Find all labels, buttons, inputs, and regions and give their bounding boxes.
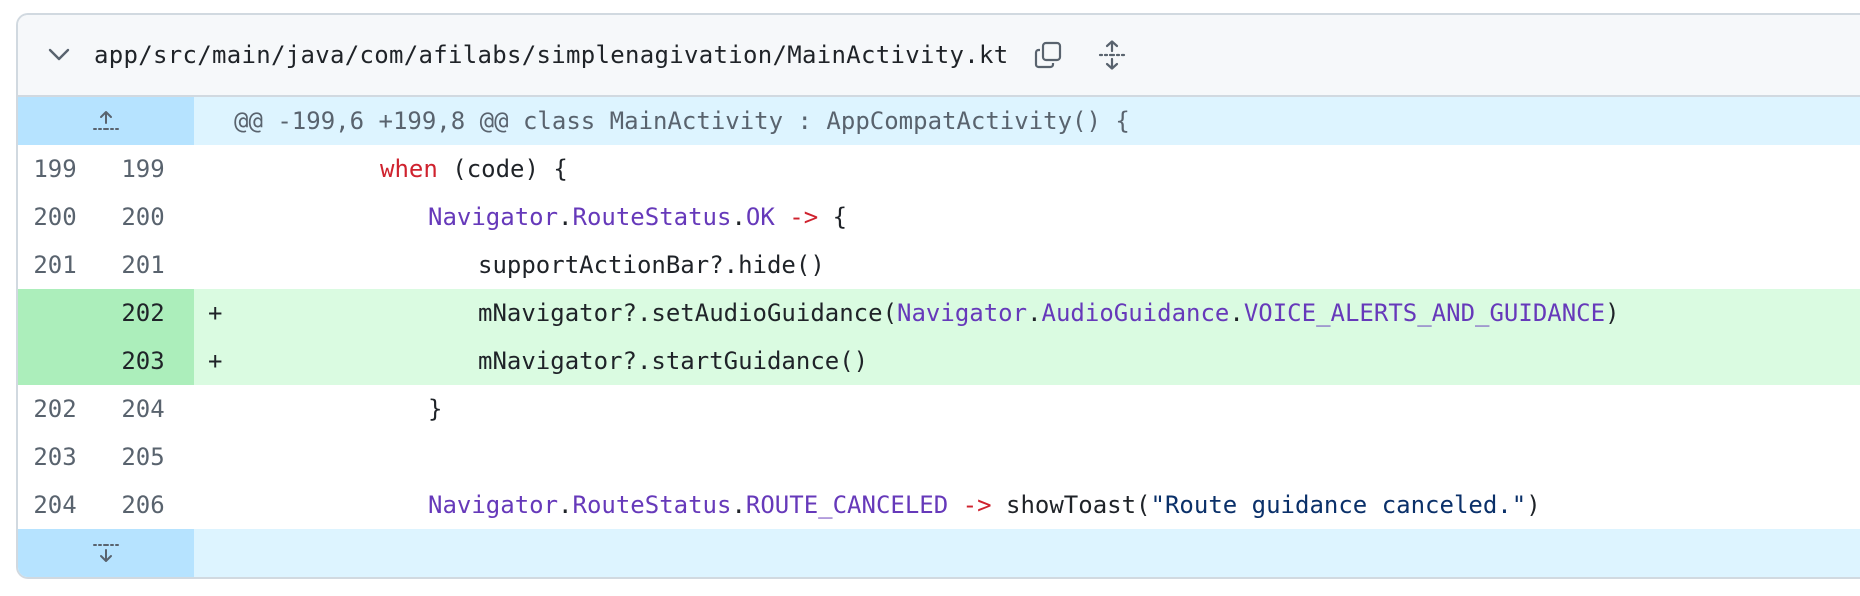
code-token: RouteStatus <box>572 491 732 519</box>
new-line-number[interactable]: 199 <box>92 145 194 193</box>
old-line-number[interactable] <box>18 289 92 337</box>
code-token: RouteStatus <box>572 203 732 231</box>
diff-line-context: 199 199 when (code) { <box>18 145 1860 193</box>
code-token: ) <box>1526 491 1541 519</box>
code-token: ) <box>1605 299 1620 327</box>
line-number-gutter: 199 199 <box>18 145 194 193</box>
expand-up-icon <box>93 111 119 130</box>
code-token: mNavigator?.setAudioGuidance( <box>478 299 898 327</box>
code-token: . <box>1027 299 1042 327</box>
code-token: Navigator <box>428 203 559 231</box>
expand-up-button[interactable] <box>18 97 194 145</box>
line-number-gutter: 202 <box>18 289 194 337</box>
code-token: . <box>558 203 573 231</box>
code-token: Navigator <box>428 491 559 519</box>
line-number-gutter: 204 206 <box>18 481 194 529</box>
code-text: } <box>428 385 442 433</box>
code-token: . <box>558 491 573 519</box>
new-line-number[interactable]: 204 <box>92 385 194 433</box>
code-token: OK <box>745 203 775 231</box>
code-cell: + mNavigator?.setAudioGuidance(Navigator.… <box>194 289 1860 337</box>
diff-marker: + <box>208 299 223 327</box>
old-line-number[interactable]: 202 <box>18 385 92 433</box>
code-token: . <box>731 203 746 231</box>
line-number-gutter: 200 200 <box>18 193 194 241</box>
diff-line-added: 202 + mNavigator?.setAudioGuidance(Navigat… <box>18 289 1860 337</box>
code-token: "Route guidance canceled." <box>1150 491 1527 519</box>
old-line-number[interactable]: 203 <box>18 433 92 481</box>
line-number-gutter: 201 201 <box>18 241 194 289</box>
code-text: Navigator.RouteStatus.OK -> { <box>428 193 847 241</box>
code-token: mNavigator?.startGuidance() <box>478 347 869 375</box>
code-token: { <box>818 203 848 231</box>
file-path[interactable]: app/src/main/java/com/afilabs/simplenagi… <box>94 41 1008 69</box>
code-token: (code) { <box>437 155 568 183</box>
diff-line-context: 204 206 Navigator.RouteStatus.ROUTE_CANCEL… <box>18 481 1860 529</box>
diff-line-context: 201 201 supportActionBar?.hide() <box>18 241 1860 289</box>
code-cell: } <box>194 385 1860 433</box>
expand-down-button[interactable] <box>18 529 194 577</box>
code-token: -> <box>962 491 992 519</box>
old-line-number[interactable]: 204 <box>18 481 92 529</box>
new-line-number[interactable]: 206 <box>92 481 194 529</box>
old-line-number[interactable]: 201 <box>18 241 92 289</box>
code-token: . <box>731 491 746 519</box>
code-token: } <box>428 395 443 423</box>
diff-marker: + <box>208 347 223 375</box>
code-token: Navigator <box>897 299 1028 327</box>
code-text: mNavigator?.startGuidance() <box>478 337 868 385</box>
code-cell: when (code) { <box>194 145 1860 193</box>
code-text: supportActionBar?.hide() <box>478 241 825 289</box>
code-cell: Navigator.RouteStatus.OK -> { <box>194 193 1860 241</box>
code-cell: Navigator.RouteStatus.ROUTE_CANCELED -> … <box>194 481 1860 529</box>
code-token: AudioGuidance <box>1041 299 1230 327</box>
code-text: Navigator.RouteStatus.ROUTE_CANCELED -> … <box>428 481 1541 529</box>
code-cell <box>194 433 1860 481</box>
hunk-header-row: @@ -199,6 +199,8 @@ class MainActivity :… <box>18 97 1860 145</box>
old-line-number[interactable]: 200 <box>18 193 92 241</box>
new-line-number[interactable]: 205 <box>92 433 194 481</box>
expand-down-icon <box>93 544 119 562</box>
code-token: showToast( <box>991 491 1151 519</box>
code-text: mNavigator?.setAudioGuidance(Navigator.A… <box>478 289 1620 337</box>
new-line-number[interactable]: 203 <box>92 337 194 385</box>
code-token: -> <box>789 203 819 231</box>
diff-line-context: 203 205 <box>18 433 1860 481</box>
diff-table: @@ -199,6 +199,8 @@ class MainActivity :… <box>18 97 1860 577</box>
chevron-down-icon[interactable] <box>46 42 72 68</box>
code-cell: supportActionBar?.hide() <box>194 241 1860 289</box>
code-token: VOICE_ALERTS_AND_GUIDANCE <box>1243 299 1606 327</box>
old-line-number[interactable] <box>18 337 92 385</box>
code-token: . <box>1229 299 1244 327</box>
new-line-number[interactable]: 202 <box>92 289 194 337</box>
line-number-gutter: 203 205 <box>18 433 194 481</box>
line-number-gutter: 203 <box>18 337 194 385</box>
hunk-footer-row <box>18 529 1860 577</box>
code-token: supportActionBar?.hide() <box>478 251 825 279</box>
line-number-gutter: 202 204 <box>18 385 194 433</box>
new-line-number[interactable]: 201 <box>92 241 194 289</box>
code-cell: + mNavigator?.startGuidance() <box>194 337 1860 385</box>
hunk-header-text: @@ -199,6 +199,8 @@ class MainActivity :… <box>234 107 1130 135</box>
unfold-icon[interactable] <box>1094 37 1130 73</box>
diff-line-context: 200 200 Navigator.RouteStatus.OK -> { <box>18 193 1860 241</box>
code-token: when <box>380 155 438 183</box>
code-text: when (code) { <box>380 145 568 193</box>
copy-icon[interactable] <box>1030 37 1066 73</box>
old-line-number[interactable]: 199 <box>18 145 92 193</box>
code-token: ROUTE_CANCELED <box>745 491 949 519</box>
diff-file: app/src/main/java/com/afilabs/simplenagi… <box>16 13 1860 579</box>
new-line-number[interactable]: 200 <box>92 193 194 241</box>
diff-line-added: 203 + mNavigator?.startGuidance() <box>18 337 1860 385</box>
diff-line-context: 202 204} <box>18 385 1860 433</box>
file-header: app/src/main/java/com/afilabs/simplenagi… <box>18 15 1860 97</box>
